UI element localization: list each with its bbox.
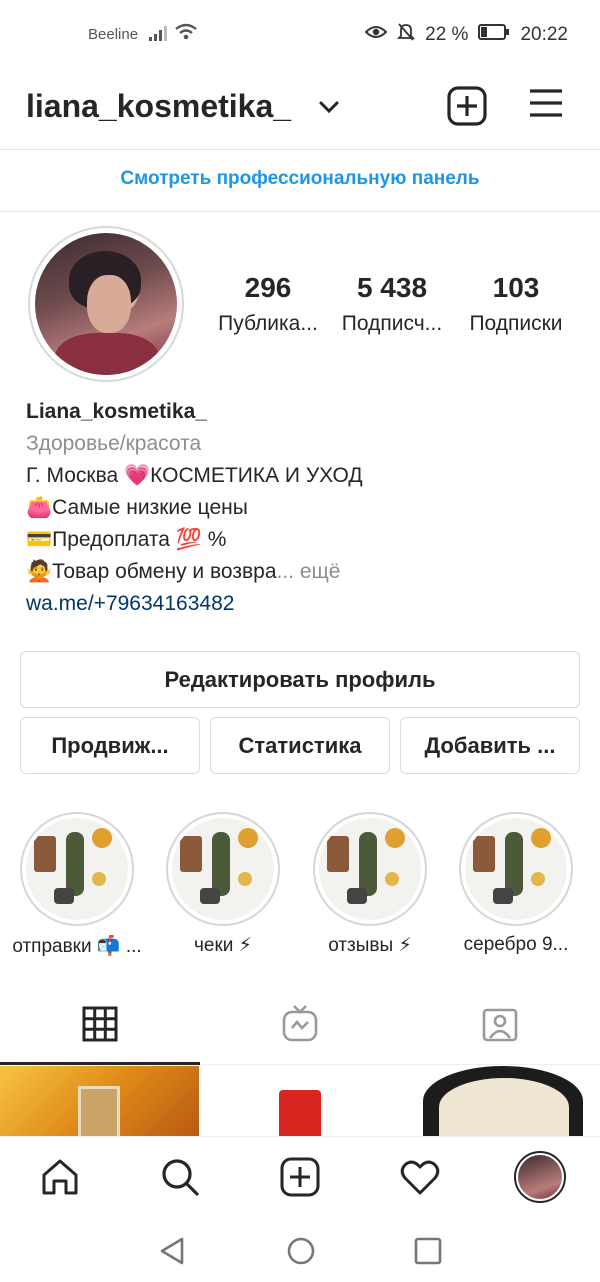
bell-off-icon: [396, 22, 416, 48]
profile-avatar-large[interactable]: [28, 226, 184, 382]
story-highlight[interactable]: серебро 9...: [459, 812, 573, 956]
home-circle-icon[interactable]: [286, 1236, 316, 1271]
stat-number: 296: [244, 272, 292, 303]
profile-display-name: Liana_kosmetika_: [26, 400, 207, 423]
grid-icon[interactable]: [82, 1006, 118, 1047]
back-icon[interactable]: [158, 1236, 186, 1271]
account-switcher[interactable]: liana_kosmetika_: [26, 88, 291, 125]
status-right: 22 % 20:22: [364, 22, 568, 48]
avatar-photo: [35, 233, 177, 375]
battery-icon: [478, 23, 510, 47]
post-thumbnail[interactable]: [401, 1066, 600, 1136]
profile-category: Здоровье/красота: [26, 432, 202, 455]
highlight-cover-image: [465, 818, 567, 920]
stat-followers[interactable]: 5 438 Подписч...: [327, 272, 457, 336]
highlight-cover-image: [319, 818, 421, 920]
story-highlight[interactable]: отзывы ⚡: [313, 812, 427, 957]
stat-number: 5 438: [356, 272, 428, 303]
story-highlight[interactable]: чеки ⚡: [166, 812, 280, 957]
bottom-navigation: [0, 1136, 600, 1220]
highlight-cover-image: [172, 818, 274, 920]
post-thumbnail[interactable]: [201, 1066, 399, 1136]
post-thumbnail[interactable]: [0, 1066, 199, 1136]
bio-line: 👛Самые низкие цены: [26, 496, 248, 519]
add-button[interactable]: Добавить ...: [400, 717, 580, 774]
story-highlight[interactable]: отправки 📬 ...: [12, 812, 142, 958]
professional-dashboard-link[interactable]: Смотреть профессиональную панель: [0, 150, 600, 212]
wifi-icon: [174, 22, 198, 47]
highlight-label: отзывы ⚡: [328, 935, 412, 956]
plus-square-icon[interactable]: [447, 86, 487, 131]
bio-website-link[interactable]: wa.me/+79634163482: [26, 588, 586, 620]
stat-posts[interactable]: 296 Публика...: [203, 272, 333, 336]
profile-bio: Liana_kosmetika_ Здоровье/красота Г. Мос…: [26, 396, 586, 620]
highlight-cover-image: [26, 818, 128, 920]
bio-line-truncated: 🙅Товар обмену и возвра... ещё: [26, 556, 586, 588]
insights-button[interactable]: Статистика: [210, 717, 390, 774]
system-navigation-bar: [0, 1220, 600, 1282]
active-tab-indicator: [0, 1062, 200, 1065]
tagged-icon[interactable]: [482, 1006, 518, 1047]
carrier-name: Beeline: [88, 26, 139, 43]
status-bar: Beeline 22 % 20:22: [0, 0, 600, 70]
stat-label: Публика...: [218, 312, 318, 335]
bio-line: 💳Предоплата 💯 %: [26, 528, 227, 551]
new-post-icon[interactable]: [280, 1157, 320, 1202]
stat-label: Подписки: [469, 312, 563, 335]
highlight-label: чеки ⚡: [193, 935, 252, 956]
edit-profile-button[interactable]: Редактировать профиль: [20, 651, 580, 708]
search-icon[interactable]: [160, 1157, 200, 1202]
igtv-icon[interactable]: [282, 1004, 318, 1047]
home-icon[interactable]: [40, 1157, 80, 1202]
chevron-down-icon[interactable]: [318, 100, 340, 119]
bio-line: Г. Москва 💗КОСМЕТИКА И УХОД: [26, 464, 363, 487]
highlight-label: серебро 9...: [463, 934, 569, 955]
profile-tabs: [0, 990, 600, 1065]
battery-percent: 22 %: [425, 24, 469, 45]
profile-avatar[interactable]: [514, 1151, 566, 1203]
highlight-label: отправки 📬 ...: [12, 936, 142, 957]
signal-icon: [148, 24, 170, 47]
stat-label: Подписч...: [341, 312, 443, 335]
hamburger-menu-icon[interactable]: [528, 88, 564, 123]
bio-more-link[interactable]: ... ещё: [277, 560, 341, 583]
eye-icon: [364, 24, 388, 46]
stat-number: 103: [492, 272, 540, 303]
stat-following[interactable]: 103 Подписки: [451, 272, 581, 336]
clock: 20:22: [520, 24, 568, 45]
bio-line: 🙅Товар обмену и возвра: [26, 560, 277, 583]
posts-grid: [0, 1066, 600, 1136]
promote-button[interactable]: Продвиж...: [20, 717, 200, 774]
heart-icon[interactable]: [400, 1159, 440, 1200]
recents-icon[interactable]: [414, 1237, 442, 1270]
profile-header: liana_kosmetika_: [0, 70, 600, 150]
